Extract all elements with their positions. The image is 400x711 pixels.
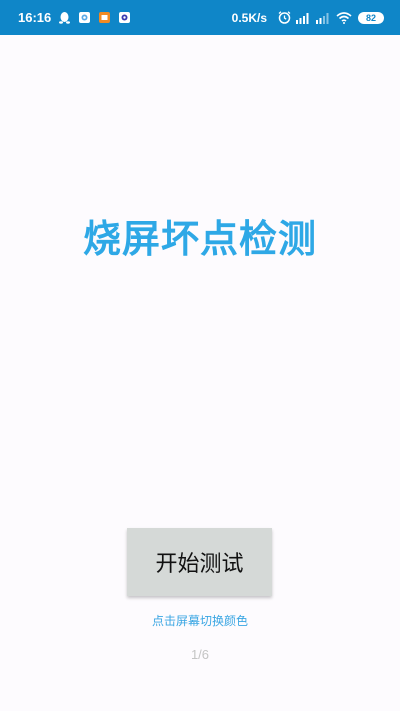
battery-icon: 82 xyxy=(358,11,384,24)
tap-hint-text: 点击屏幕切换颜色 xyxy=(151,614,248,628)
app-notification-icon xyxy=(99,12,111,23)
network-speed: 0.5K/s xyxy=(231,10,267,25)
status-bar-left: 16:16 xyxy=(18,10,139,25)
app-notification-icon xyxy=(119,12,131,23)
start-test-button[interactable]: 开始测试 xyxy=(127,528,272,596)
wifi-icon xyxy=(336,11,352,24)
alarm-icon xyxy=(278,11,291,24)
status-bar: 16:16 0.5K/s 82 xyxy=(0,0,400,35)
signal-icon xyxy=(296,12,311,24)
qq-penguin-icon xyxy=(59,12,71,24)
page-indicator: 1/6 xyxy=(190,647,210,662)
signal-icon xyxy=(316,12,331,24)
status-bar-right: 0.5K/s 82 xyxy=(232,11,384,25)
page-title: 烧屏坏点检测 xyxy=(82,217,317,261)
status-time: 16:16 xyxy=(18,10,52,25)
app-notification-icon xyxy=(79,12,91,23)
